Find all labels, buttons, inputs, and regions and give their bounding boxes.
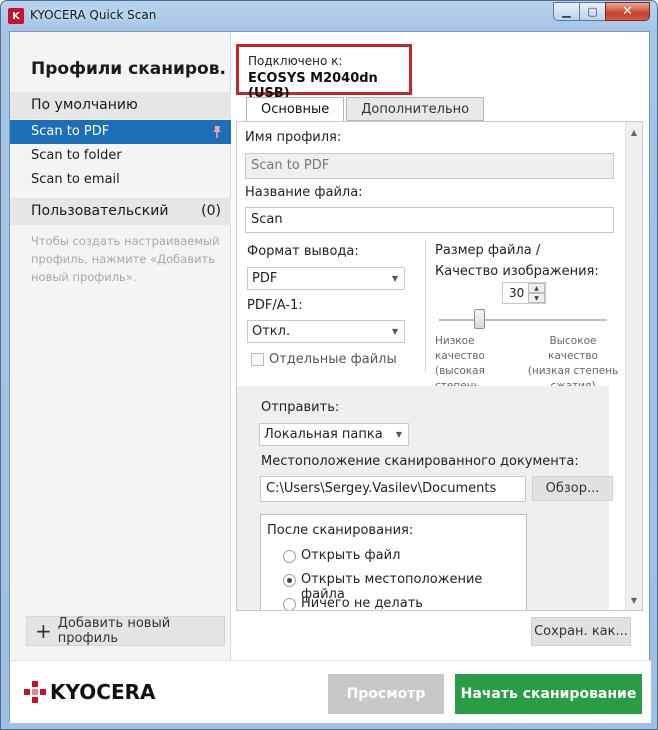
profile-item-scan-to-email[interactable]: Scan to email [10,168,231,192]
kyocera-logo: KYOCERA [24,680,156,704]
scroll-up-icon[interactable]: ▲ [628,125,640,139]
quality-value: 30 [509,286,525,300]
column-divider [425,240,426,372]
quality-spinner[interactable]: 30 ▲ ▼ [502,282,546,304]
app-icon: K [8,8,24,24]
add-profile-label: Добавить новый профиль [57,616,171,646]
settings-tabs: Основные Дополнительно [246,97,486,122]
quality-slider-thumb[interactable] [474,309,486,329]
profile-name-label: Имя профиля: [245,130,342,145]
profiles-sidebar: Профили сканиров. По умолчанию Scan to P… [10,32,231,660]
settings-panel: Имя профиля: Scan to PDF Название файла:… [236,121,643,611]
save-as-button[interactable]: Сохран. как... [531,617,631,646]
kyocera-mark-icon [24,681,46,703]
profile-name-field: Scan to PDF [245,153,614,179]
location-field[interactable]: C:\Users\Sergey.Vasilev\Documents [260,476,526,502]
client-area: Профили сканиров. По умолчанию Scan to P… [9,31,651,723]
radio-do-nothing[interactable] [283,598,296,610]
connection-label: Подключено к: [248,54,343,68]
profile-item-scan-to-pdf[interactable]: Scan to PDF [10,120,231,144]
pin-icon[interactable] [211,125,223,139]
chevron-down-icon: ▼ [391,327,398,336]
panel-scrollbar[interactable]: ▲ ▼ [625,122,642,610]
start-scan-button[interactable]: Начать сканирование [455,674,642,714]
window-controls: ▁ ▢ ✕ [553,2,650,21]
connection-info: Подключено к: ECOSYS M2040dn (USB) [236,44,412,101]
custom-profiles-group: Пользовательский (0) [10,198,231,225]
add-profile-button[interactable]: + Добавить новый профиль [26,616,225,646]
plus-icon: + [35,619,52,643]
tab-advanced[interactable]: Дополнительно [346,97,485,121]
destination-section: Отправить: Локальная папка ▼ Местоположе… [237,386,613,611]
option-open-file: Открыть файл [301,548,401,563]
pdfa-select[interactable]: Откл. ▼ [247,320,405,343]
minimize-button[interactable]: ▁ [553,2,580,21]
profile-item-label: Scan to PDF [31,124,110,139]
profile-item-scan-to-folder[interactable]: Scan to folder [10,144,231,168]
spin-up-icon[interactable]: ▲ [528,283,545,293]
footer: KYOCERA Просмотр Начать сканирование [10,660,651,723]
file-name-label: Название файла: [245,185,363,200]
output-format-select[interactable]: PDF ▼ [247,267,405,290]
send-destination-select[interactable]: Локальная папка ▼ [259,423,409,446]
default-profiles-group: По умолчанию [10,92,231,119]
location-label: Местоположение сканированного документа: [261,454,579,469]
browse-button[interactable]: Обзор... [532,476,613,501]
after-scan-group: После сканирования: Открыть файл Открыть… [260,514,527,611]
radio-open-file[interactable] [283,550,296,563]
radio-open-location[interactable] [283,574,296,587]
custom-group-label: Пользовательский [31,203,169,219]
send-destination-value: Локальная папка [264,427,383,442]
send-label: Отправить: [261,400,340,415]
app-window: K KYOCERA Quick Scan ▁ ▢ ✕ Профили скани… [0,0,658,730]
option-do-nothing: Ничего не делать [301,596,423,611]
window-title: KYOCERA Quick Scan [30,8,157,22]
output-format-label: Формат вывода: [247,244,359,259]
pdfa-value: Откл. [252,324,291,339]
separate-files-label: Отдельные файлы [269,352,397,367]
brand-name: KYOCERA [50,680,156,704]
spin-down-icon[interactable]: ▼ [528,293,545,303]
high-quality-label: Высокое качество (низкая степень сжатия) [527,335,619,392]
file-name-field[interactable]: Scan [245,207,614,233]
sidebar-title: Профили сканиров. [31,59,226,79]
pdfa-label: PDF/A-1: [247,298,303,313]
size-quality-label: Размер файла / Качество изображения: [435,243,599,279]
quality-slider-track[interactable] [439,319,607,321]
close-button[interactable]: ✕ [605,2,650,21]
scroll-down-icon[interactable]: ▼ [628,593,640,607]
maximize-button[interactable]: ▢ [579,2,606,21]
tab-basic[interactable]: Основные [246,97,345,122]
separate-files-checkbox[interactable] [251,353,264,366]
custom-profile-hint: Чтобы создать настраиваемый профиль, наж… [31,234,220,284]
custom-group-count: (0) [201,203,221,219]
chevron-down-icon: ▼ [395,430,402,439]
output-format-value: PDF [252,271,278,286]
after-scan-label: После сканирования: [267,523,414,538]
preview-button[interactable]: Просмотр [328,674,444,714]
chevron-down-icon: ▼ [391,274,398,283]
title-bar: K KYOCERA Quick Scan ▁ ▢ ✕ [1,1,657,31]
